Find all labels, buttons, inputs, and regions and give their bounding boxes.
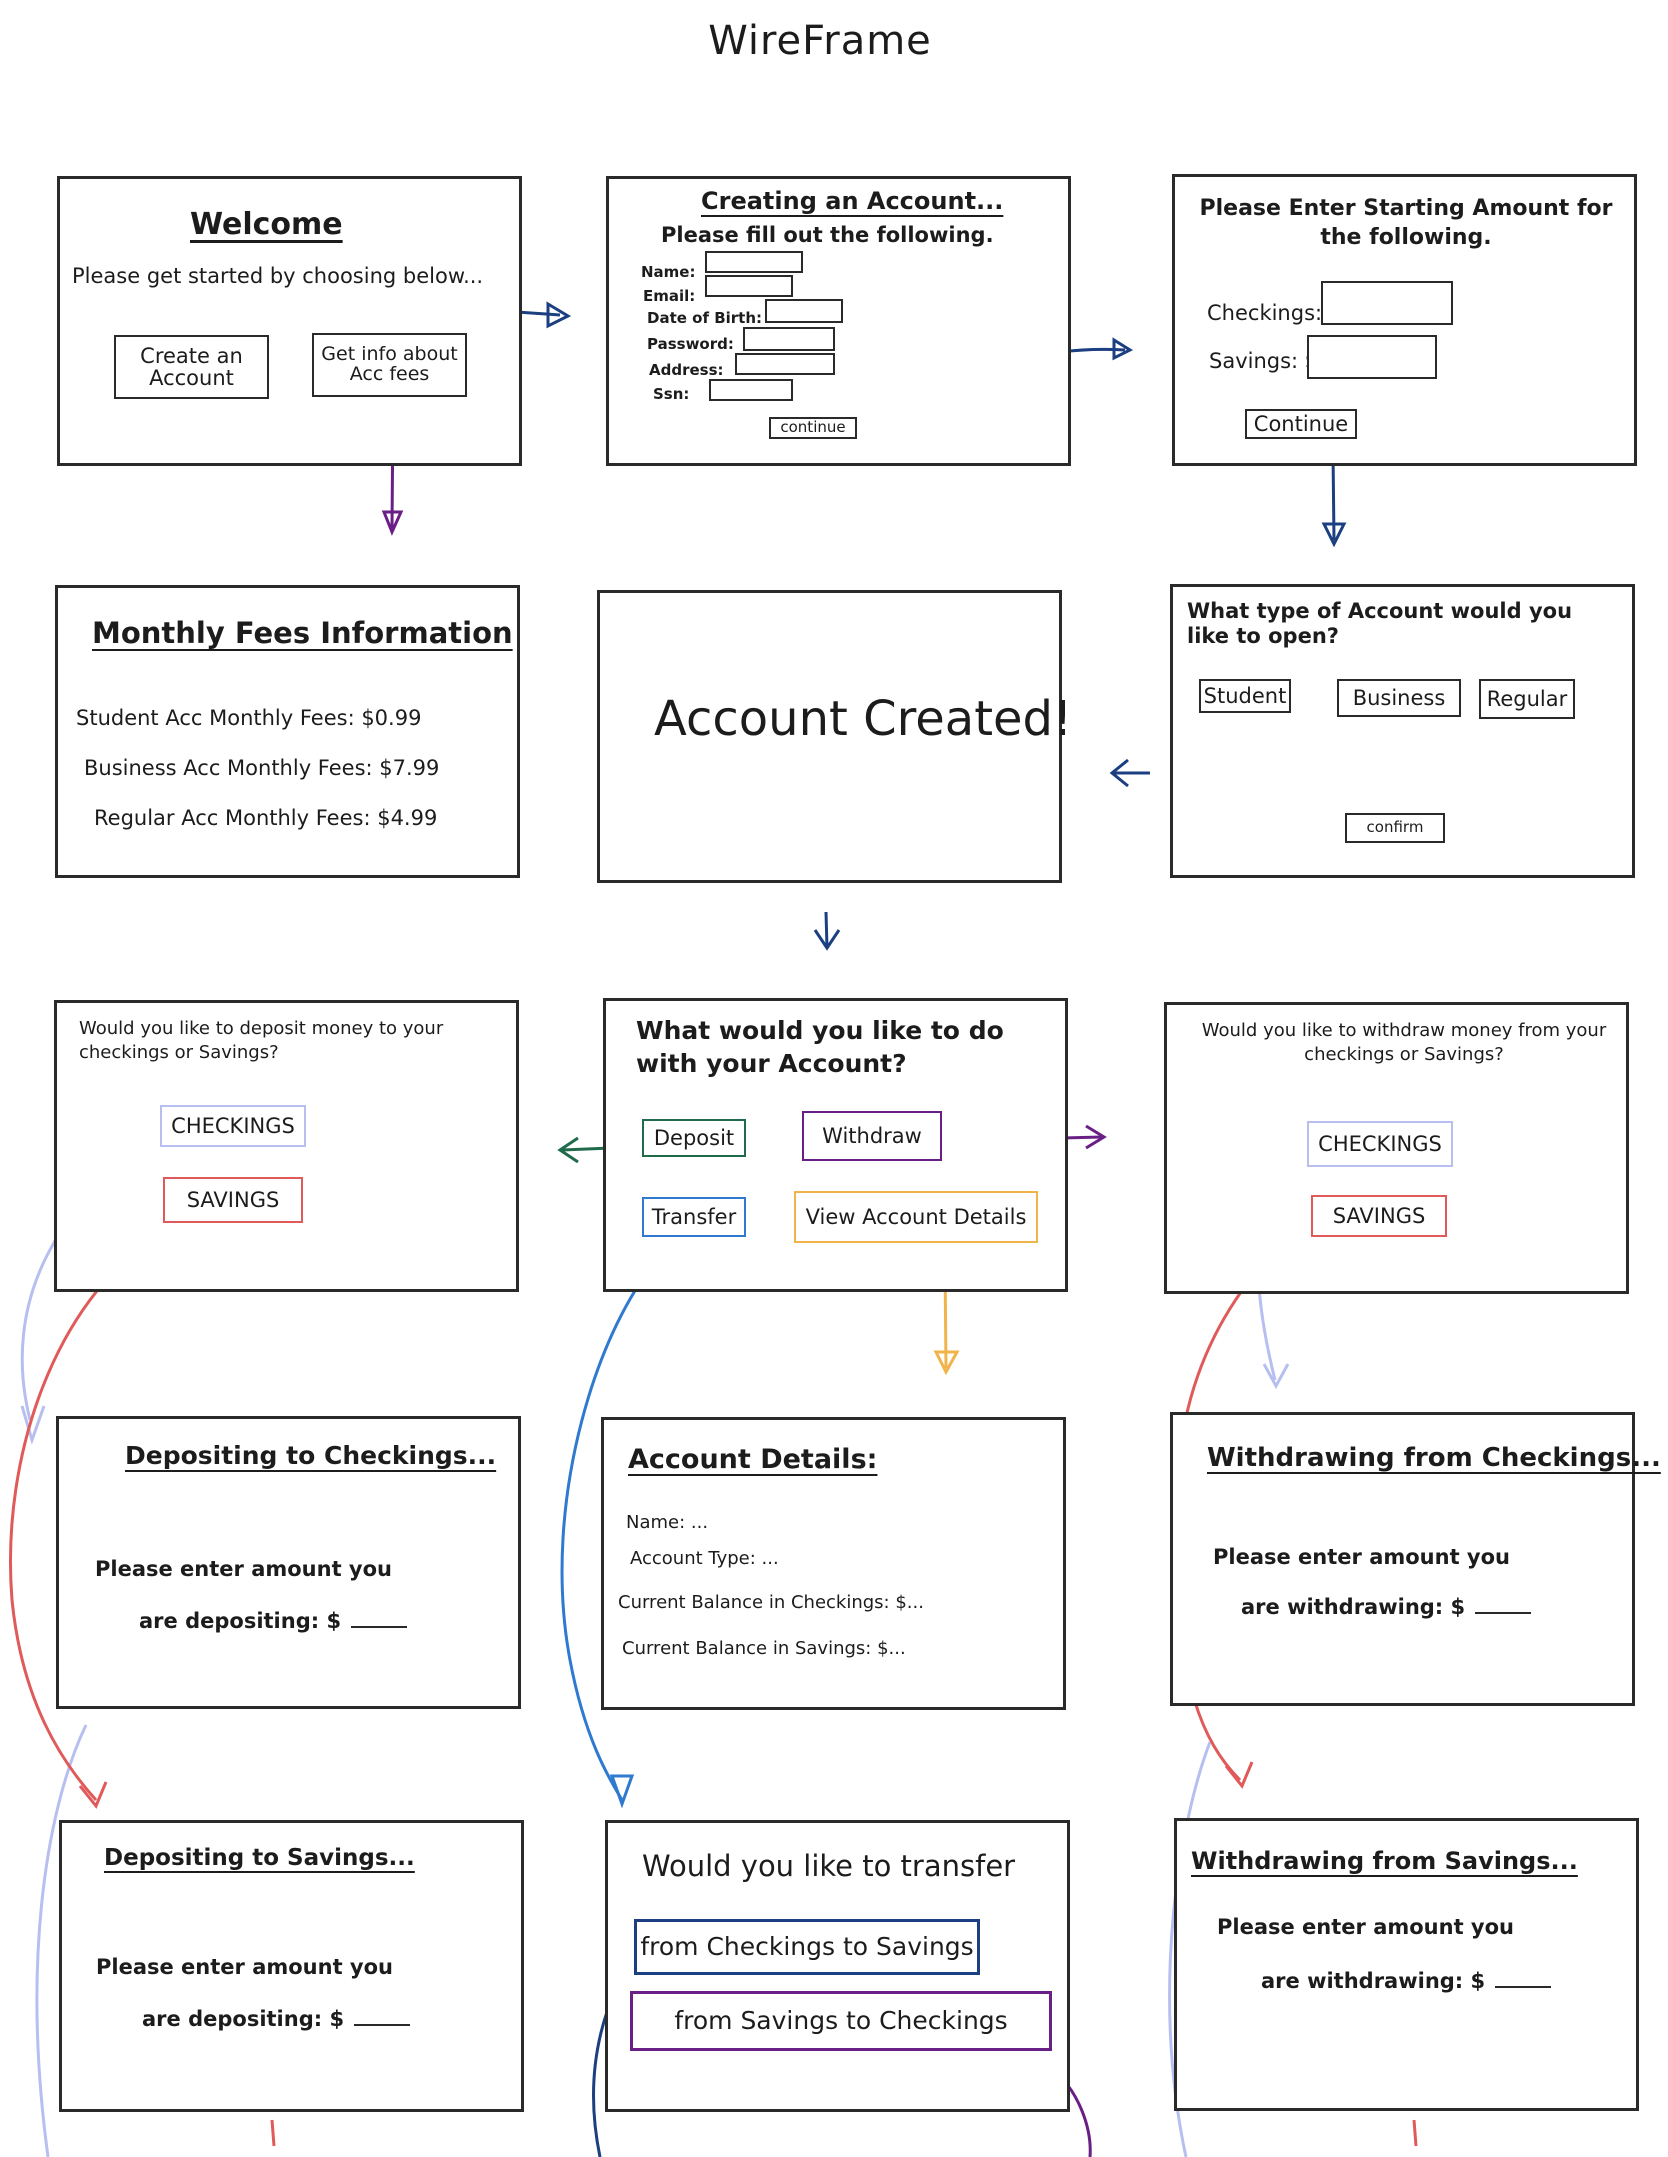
deposit-checkings-button[interactable]: CHECKINGS: [160, 1105, 306, 1147]
fees-info-button[interactable]: Get info about Acc fees: [312, 333, 467, 397]
field-label-dob: Date of Birth:: [647, 309, 763, 327]
withdraw-savings-heading: Withdrawing from Savings...: [1191, 1847, 1578, 1875]
withdraw-savings-screen: Withdrawing from Savings... Please enter…: [1174, 1818, 1639, 2111]
deposit-savings-line1: Please enter amount you: [96, 1955, 393, 1979]
address-input[interactable]: [735, 353, 835, 375]
field-label-email: Email:: [643, 287, 696, 305]
deposit-savings-screen: Depositing to Savings... Please enter am…: [59, 1820, 524, 2112]
withdraw-checkings-line2: are withdrawing: $: [1241, 1595, 1532, 1619]
field-label-address: Address:: [649, 361, 724, 379]
deposit-checkings-screen: Depositing to Checkings... Please enter …: [56, 1416, 521, 1709]
create-heading: Creating an Account...: [701, 187, 1004, 215]
account-details-screen: Account Details: Name: ... Account Type:…: [601, 1417, 1066, 1710]
transfer-button[interactable]: Transfer: [642, 1197, 746, 1237]
withdraw-choice-question: Would you like to withdraw money from yo…: [1199, 1019, 1609, 1068]
deposit-checkings-line1: Please enter amount you: [95, 1557, 392, 1581]
withdraw-savings-button[interactable]: SAVINGS: [1311, 1195, 1447, 1237]
withdraw-checkings-line1: Please enter amount you: [1213, 1545, 1510, 1569]
details-checkings-balance: Current Balance in Checkings: $...: [618, 1592, 924, 1613]
withdraw-choice-screen: Would you like to withdraw money from yo…: [1164, 1002, 1629, 1294]
dob-input[interactable]: [765, 299, 843, 323]
field-label-password: Password:: [647, 335, 734, 353]
savings-amount-input[interactable]: [1307, 335, 1437, 379]
ssn-input[interactable]: [709, 379, 793, 401]
transfer-checkings-to-savings-button[interactable]: from Checkings to Savings: [634, 1919, 980, 1975]
details-name: Name: ...: [626, 1512, 709, 1533]
deposit-button[interactable]: Deposit: [642, 1119, 746, 1157]
fees-line-regular: Regular Acc Monthly Fees: $4.99: [94, 806, 438, 830]
regular-option[interactable]: Regular: [1479, 679, 1575, 719]
savings-amount-label: Savings: $: [1209, 349, 1319, 373]
transfer-screen: Would you like to transfer from Checking…: [605, 1820, 1070, 2112]
business-option[interactable]: Business: [1337, 679, 1461, 717]
withdraw-savings-line1: Please enter amount you: [1217, 1915, 1514, 1939]
withdraw-checkings-line2-text: are withdrawing: $: [1241, 1595, 1466, 1619]
transfer-question: Would you like to transfer: [642, 1849, 1016, 1883]
withdraw-savings-line2: are withdrawing: $: [1261, 1969, 1552, 1993]
deposit-savings-line2: are depositing: $: [142, 2007, 411, 2031]
account-type-question-text: What type of Account would you like to o…: [1187, 599, 1573, 649]
details-type: Account Type: ...: [630, 1548, 779, 1569]
deposit-savings-amount-blank[interactable]: [354, 2020, 411, 2026]
account-type-question: What type of Account would you like to o…: [1187, 599, 1617, 649]
account-details-heading: Account Details:: [628, 1444, 878, 1475]
deposit-checkings-heading: Depositing to Checkings...: [125, 1441, 497, 1470]
arrow-type-to-created: [1109, 758, 1150, 788]
account-created-screen: Account Created!: [597, 590, 1072, 883]
create-account-screen: Creating an Account... Please fill out t…: [606, 176, 1071, 466]
withdraw-choice-question-text: Would you like to withdraw money from yo…: [1201, 1020, 1607, 1066]
field-label-name: Name:: [641, 263, 696, 281]
withdraw-savings-amount-blank[interactable]: [1495, 1982, 1552, 1988]
withdraw-checkings-amount-blank[interactable]: [1475, 1608, 1532, 1614]
create-account-button[interactable]: Create an Account: [114, 335, 269, 399]
welcome-prompt: Please get started by choosing below...: [72, 264, 484, 288]
fees-heading: Monthly Fees Information: [92, 616, 513, 650]
withdraw-checkings-button[interactable]: CHECKINGS: [1307, 1121, 1453, 1167]
checkings-amount-input[interactable]: [1321, 281, 1453, 325]
arrow-created-to-menu: [813, 911, 841, 951]
fees-line-business: Business Acc Monthly Fees: $7.99: [84, 756, 440, 780]
main-menu-question: What would you like to do with your Acco…: [636, 1015, 1016, 1080]
starting-amount-heading: Please Enter Starting Amount for the fol…: [1191, 195, 1621, 252]
view-details-button[interactable]: View Account Details: [794, 1191, 1038, 1243]
withdraw-checkings-heading: Withdrawing from Checkings...: [1207, 1443, 1661, 1473]
withdraw-savings-line2-text: are withdrawing: $: [1261, 1969, 1486, 1993]
amount-continue-button[interactable]: Continue: [1245, 409, 1357, 439]
password-input[interactable]: [743, 327, 835, 351]
field-label-ssn: Ssn:: [653, 385, 690, 403]
email-input[interactable]: [705, 275, 793, 297]
confirm-button[interactable]: confirm: [1345, 813, 1445, 843]
details-savings-balance: Current Balance in Savings: $...: [622, 1638, 906, 1659]
account-type-screen: What type of Account would you like to o…: [1170, 584, 1635, 878]
withdraw-checkings-screen: Withdrawing from Checkings... Please ent…: [1170, 1412, 1661, 1706]
withdraw-button[interactable]: Withdraw: [802, 1111, 942, 1161]
monthly-fees-screen: Monthly Fees Information Student Acc Mon…: [55, 585, 520, 878]
deposit-savings-line2-text: are depositing: $: [142, 2007, 345, 2031]
starting-amount-heading-text: Please Enter Starting Amount for the fol…: [1199, 196, 1613, 250]
deposit-savings-button[interactable]: SAVINGS: [163, 1177, 303, 1223]
deposit-checkings-line2: are depositing: $: [139, 1609, 408, 1633]
deposit-choice-screen: Would you like to deposit money to your …: [54, 1000, 519, 1292]
create-subheading: Please fill out the following.: [661, 223, 994, 247]
main-menu-question-text: What would you like to do with your Acco…: [636, 1016, 1004, 1078]
main-menu-screen: What would you like to do with your Acco…: [603, 998, 1068, 1292]
student-option[interactable]: Student: [1199, 679, 1291, 713]
deposit-choice-question-text: Would you like to deposit money to your …: [79, 1018, 444, 1064]
welcome-heading: Welcome: [190, 207, 343, 242]
name-input[interactable]: [705, 251, 803, 273]
deposit-choice-question: Would you like to deposit money to your …: [79, 1017, 499, 1066]
deposit-checkings-amount-blank[interactable]: [351, 1622, 408, 1628]
fees-line-student: Student Acc Monthly Fees: $0.99: [76, 706, 422, 730]
form-continue-button[interactable]: continue: [769, 417, 857, 439]
deposit-checkings-line2-text: are depositing: $: [139, 1609, 342, 1633]
page-title: WireFrame: [708, 18, 932, 64]
account-created-message: Account Created!: [654, 691, 1073, 747]
transfer-savings-to-checkings-button[interactable]: from Savings to Checkings: [630, 1991, 1052, 2051]
welcome-screen: Welcome Please get started by choosing b…: [57, 176, 522, 466]
deposit-savings-heading: Depositing to Savings...: [104, 1845, 415, 1871]
starting-amount-screen: Please Enter Starting Amount for the fol…: [1172, 174, 1637, 466]
